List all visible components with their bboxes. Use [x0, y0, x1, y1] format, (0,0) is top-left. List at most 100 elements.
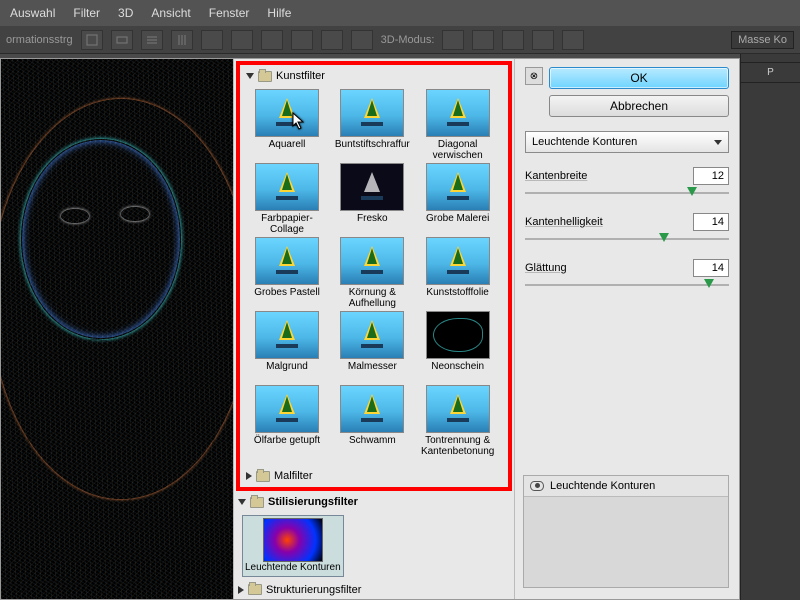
- tool-btn-5[interactable]: [201, 30, 223, 50]
- thumb-label: Leuchtende Konturen: [245, 563, 341, 574]
- controls-pane: ⊗ OK Abbrechen Leuchtende Konturen Kante…: [515, 59, 739, 599]
- thumb-label: Buntstiftschraffur: [335, 139, 410, 161]
- cancel-button[interactable]: Abbrechen: [549, 95, 729, 117]
- folder-icon: [248, 584, 262, 595]
- thumb-image: [263, 518, 323, 562]
- tool-3d-2[interactable]: [472, 30, 494, 50]
- slider-value-input[interactable]: [693, 259, 729, 277]
- filter-diagonal[interactable]: Diagonal verwischen: [419, 89, 497, 161]
- thumb-label: Aquarell: [269, 139, 306, 161]
- slider-kantenhelligkeit: Kantenhelligkeit: [525, 213, 729, 245]
- tool-btn-1[interactable]: [81, 30, 103, 50]
- slider-label[interactable]: Kantenbreite: [525, 170, 587, 182]
- filter-leuchtende-konturen[interactable]: Leuchtende Konturen: [242, 515, 344, 577]
- tool-btn-4[interactable]: [171, 30, 193, 50]
- disclosure-triangle-icon: [246, 73, 254, 79]
- tutorial-highlight: Kunstfilter Aquarell Buntstiftschraffur …: [236, 61, 512, 491]
- layer-row[interactable]: Leuchtende Konturen: [524, 476, 728, 497]
- visibility-eye-icon[interactable]: [530, 481, 544, 491]
- menu-auswahl[interactable]: Auswahl: [10, 6, 55, 20]
- slider-label[interactable]: Glättung: [525, 262, 567, 274]
- menu-fenster[interactable]: Fenster: [209, 6, 250, 20]
- tool-3d-5[interactable]: [562, 30, 584, 50]
- slider-track[interactable]: [525, 279, 729, 291]
- thumb-label: Malmesser: [348, 361, 397, 383]
- collapse-button[interactable]: ⊗: [525, 67, 543, 85]
- folder-icon: [250, 497, 264, 508]
- folder-icon: [258, 71, 272, 82]
- slider-label[interactable]: Kantenhelligkeit: [525, 216, 603, 228]
- toolbar-3d-label: 3D-Modus:: [381, 34, 435, 46]
- tool-btn-2[interactable]: [111, 30, 133, 50]
- right-panel-tab[interactable]: Masse Ko: [731, 31, 794, 49]
- category-strukturierung[interactable]: Strukturierungsfilter: [234, 581, 514, 599]
- tool-btn-3[interactable]: [141, 30, 163, 50]
- side-tab-2[interactable]: P: [741, 63, 800, 83]
- menubar: Auswahl Filter 3D Ansicht Fenster Hilfe: [0, 0, 800, 26]
- filter-grobe-malerei[interactable]: Grobe Malerei: [419, 163, 497, 235]
- tool-btn-6[interactable]: [231, 30, 253, 50]
- filter-schwamm[interactable]: Schwamm: [333, 385, 411, 457]
- filter-grobes-pastell[interactable]: Grobes Pastell: [248, 237, 326, 309]
- preview-image: [1, 59, 233, 599]
- thumb-label: Neonschein: [431, 361, 484, 383]
- layer-name: Leuchtende Konturen: [550, 480, 655, 492]
- filter-oelfarbe[interactable]: Ölfarbe getupft: [248, 385, 326, 457]
- thumb-label: Grobes Pastell: [254, 287, 320, 309]
- tool-btn-7[interactable]: [261, 30, 283, 50]
- disclosure-triangle-icon: [238, 499, 246, 505]
- layer-body: [524, 497, 728, 587]
- thumb-label: Fresko: [357, 213, 388, 235]
- slider-value-input[interactable]: [693, 213, 729, 231]
- filter-malgrund[interactable]: Malgrund: [248, 311, 326, 383]
- filter-malmesser[interactable]: Malmesser: [333, 311, 411, 383]
- preview-pane[interactable]: [1, 59, 233, 599]
- category-stilisierung-section: Stilisierungsfilter Leuchtende Konturen …: [234, 493, 514, 599]
- slider-knob[interactable]: [687, 187, 697, 196]
- filter-fresko[interactable]: Fresko: [333, 163, 411, 235]
- slider-knob[interactable]: [704, 279, 714, 288]
- menu-hilfe[interactable]: Hilfe: [267, 6, 291, 20]
- filter-aquarell[interactable]: Aquarell: [248, 89, 326, 161]
- thumb-label: Ölfarbe getupft: [254, 435, 320, 457]
- menu-ansicht[interactable]: Ansicht: [151, 6, 190, 20]
- filter-koernung[interactable]: Körnung & Aufhellung: [333, 237, 411, 309]
- menu-3d[interactable]: 3D: [118, 6, 133, 20]
- category-malfilter[interactable]: Malfilter: [242, 467, 506, 485]
- options-toolbar: ormationsstrg 3D-Modus: Masse Ko: [0, 26, 800, 54]
- tool-btn-10[interactable]: [351, 30, 373, 50]
- filter-farbpapier[interactable]: Farbpapier-Collage: [248, 163, 326, 235]
- category-kunstfilter[interactable]: Kunstfilter: [242, 67, 506, 85]
- tool-btn-8[interactable]: [291, 30, 313, 50]
- menu-filter[interactable]: Filter: [73, 6, 100, 20]
- filter-select-dropdown[interactable]: Leuchtende Konturen: [525, 131, 729, 153]
- filter-neonschein[interactable]: Neonschein: [419, 311, 497, 383]
- filter-gallery-dialog: Kunstfilter Aquarell Buntstiftschraffur …: [0, 58, 740, 600]
- tool-3d-1[interactable]: [442, 30, 464, 50]
- collapse-icon: ⊗: [530, 71, 538, 82]
- slider-track[interactable]: [525, 187, 729, 199]
- disclosure-triangle-icon: [238, 586, 244, 594]
- filter-kunststoff[interactable]: Kunststofffolie: [419, 237, 497, 309]
- filter-buntstift[interactable]: Buntstiftschraffur: [333, 89, 411, 161]
- thumb-label: Farbpapier-Collage: [248, 213, 326, 235]
- slider-value-input[interactable]: [693, 167, 729, 185]
- slider-track[interactable]: [525, 233, 729, 245]
- category-stilisierung[interactable]: Stilisierungsfilter: [234, 493, 514, 511]
- slider-knob[interactable]: [659, 233, 669, 242]
- category-label: Strukturierungsfilter: [266, 584, 361, 596]
- filter-tontrennung[interactable]: Tontrennung & Kantenbetonung: [419, 385, 497, 457]
- tool-3d-4[interactable]: [532, 30, 554, 50]
- thumb-label: Schwamm: [349, 435, 396, 457]
- ok-button[interactable]: OK: [549, 67, 729, 89]
- slider-glaettung: Glättung: [525, 259, 729, 291]
- side-tab-1[interactable]: [741, 54, 800, 63]
- thumb-label: Malgrund: [266, 361, 308, 383]
- toolbar-left-label: ormationsstrg: [6, 34, 73, 46]
- filter-categories-pane: Kunstfilter Aquarell Buntstiftschraffur …: [233, 59, 515, 599]
- tool-3d-3[interactable]: [502, 30, 524, 50]
- tool-btn-9[interactable]: [321, 30, 343, 50]
- dropdown-value: Leuchtende Konturen: [532, 136, 637, 148]
- filter-layers-panel: Leuchtende Konturen: [523, 475, 729, 588]
- side-panels: P: [740, 54, 800, 600]
